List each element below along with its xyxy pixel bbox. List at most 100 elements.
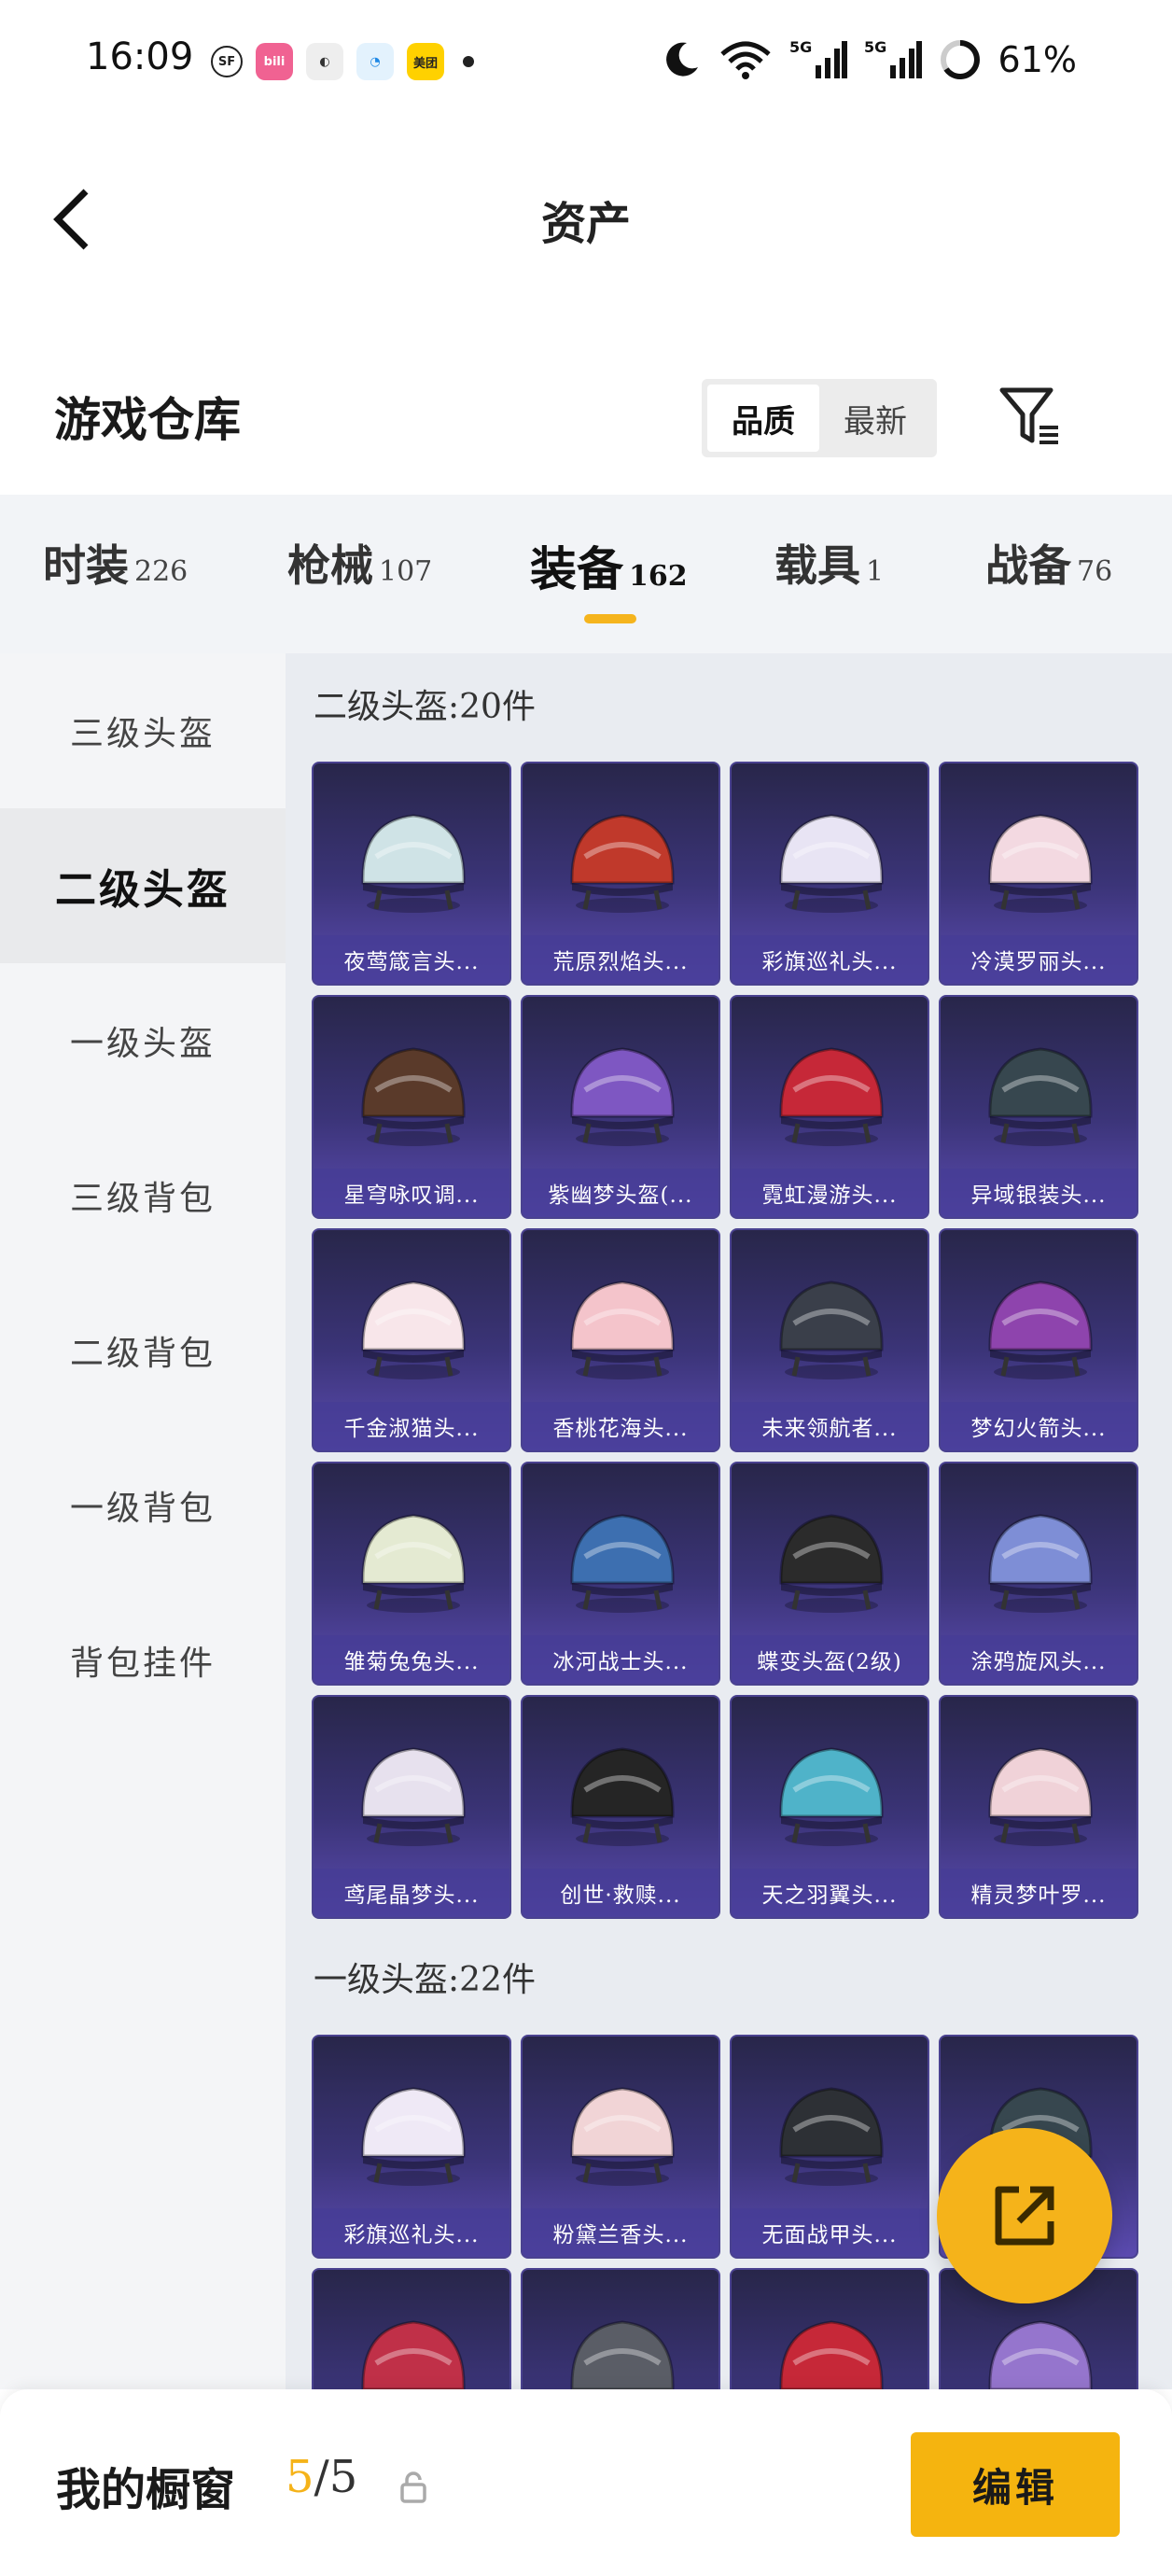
helmet-icon (570, 1281, 675, 1379)
helmet-icon (988, 814, 1093, 913)
showcase-label: 我的橱窗 (56, 2464, 236, 2516)
item-name: 千金淑猫头... (314, 1402, 509, 1450)
item-name: 荒原烈焰头... (523, 935, 719, 984)
helmet-icon (988, 2320, 1093, 2389)
helmet-icon (779, 1514, 884, 1613)
item-card[interactable]: 天之羽翼头... (730, 1695, 929, 1919)
item-name: 雏菊兔兔头... (314, 1635, 509, 1684)
item-card[interactable]: 冷漠罗丽头... (939, 762, 1138, 986)
item-card[interactable]: 未来领航者... (730, 1228, 929, 1452)
item-card[interactable]: 千金淑猫头... (312, 1228, 511, 1452)
helmet-icon (361, 1047, 466, 1146)
item-card[interactable]: 星穹咏叹调... (312, 995, 511, 1219)
item-name: 紫幽梦头盔(... (523, 1169, 719, 1217)
app-icon: ◐ (306, 43, 343, 80)
helmet-icon (361, 1281, 466, 1379)
tab-equipment[interactable]: 装备 162 (530, 532, 688, 599)
item-name: 夜莺箴言头... (314, 935, 509, 984)
item-card[interactable] (730, 2268, 929, 2389)
item-name: 涂鸦旋风头... (941, 1635, 1137, 1684)
helmet-icon (570, 1514, 675, 1613)
item-name: 霓虹漫游头... (732, 1169, 928, 1217)
svg-text:5G: 5G (864, 38, 886, 56)
showcase-count: 5/5 (286, 2451, 358, 2503)
category-tabs: 时装 226 枪械 107 装备 162 载具 1 战备 76 (0, 495, 1172, 653)
tab-fashion[interactable]: 时装 226 (43, 532, 188, 594)
helmet-icon (779, 2320, 884, 2389)
battery-icon (940, 40, 980, 79)
sort-segmented-control: 品质 最新 (702, 379, 937, 457)
helmet-icon (570, 814, 675, 913)
helmet-icon (779, 1747, 884, 1846)
share-icon (995, 2186, 1054, 2246)
bilibili-icon: bili (256, 43, 293, 80)
signal-icon: 5G (789, 38, 847, 78)
item-name: 鸢尾晶梦头... (314, 1869, 509, 1917)
item-name: 未来领航者... (732, 1402, 928, 1450)
item-name: 冷漠罗丽头... (941, 935, 1137, 984)
item-card[interactable]: 异域银装头... (939, 995, 1138, 1219)
item-card[interactable]: 香桃花海头... (521, 1228, 720, 1452)
item-card[interactable]: 彩旗巡礼头... (312, 2035, 511, 2259)
item-card[interactable]: 荒原烈焰头... (521, 762, 720, 986)
item-name: 天之羽翼头... (732, 1869, 928, 1917)
page-title: 资产 (540, 198, 631, 250)
sort-option-newest[interactable]: 最新 (819, 385, 931, 452)
sidebar-item-level3-helmet[interactable]: 三级头盔 (0, 653, 286, 808)
item-card[interactable]: 涂鸦旋风头... (939, 1462, 1138, 1686)
item-card[interactable]: 霓虹漫游头... (730, 995, 929, 1219)
helmet-icon (779, 814, 884, 913)
helmet-icon (988, 1047, 1093, 1146)
item-name: 彩旗巡礼头... (732, 935, 928, 984)
battery-percent: 61% (998, 39, 1077, 80)
item-name: 精灵梦叶罗... (941, 1869, 1137, 1917)
section-title-level1: 一级头盔:22件 (314, 1961, 536, 1999)
item-card[interactable] (312, 2268, 511, 2389)
sidebar-item-level2-backpack[interactable]: 二级背包 (0, 1273, 286, 1428)
item-card[interactable]: 雏菊兔兔头... (312, 1462, 511, 1686)
item-card[interactable]: 无面战甲头... (730, 2035, 929, 2259)
sidebar-item-level3-backpack[interactable]: 三级背包 (0, 1118, 286, 1273)
filter-icon[interactable] (997, 383, 1064, 450)
sort-option-quality[interactable]: 品质 (707, 385, 819, 452)
item-card[interactable]: 精灵梦叶罗... (939, 1695, 1138, 1919)
tab-supplies[interactable]: 战备 76 (985, 532, 1112, 594)
status-time: 16:09 (86, 35, 194, 78)
item-name: 无面战甲头... (732, 2208, 928, 2257)
app-icon-blue: ◔ (356, 43, 394, 80)
showcase-bar: 我的橱窗 5/5 编辑 (0, 2389, 1172, 2576)
item-card[interactable]: 紫幽梦头盔(... (521, 995, 720, 1219)
share-button[interactable] (937, 2128, 1112, 2303)
helmet-icon (988, 1514, 1093, 1613)
helmet-icon (570, 2320, 675, 2389)
item-card[interactable]: 彩旗巡礼头... (730, 762, 929, 986)
system-indicators: 5G 5G 61% (661, 37, 1077, 82)
tab-firearms[interactable]: 枪械 107 (287, 532, 432, 594)
sidebar-item-level1-helmet[interactable]: 一级头盔 (0, 963, 286, 1118)
item-card[interactable]: 鸢尾晶梦头... (312, 1695, 511, 1919)
item-card[interactable]: 创世·救赎... (521, 1695, 720, 1919)
item-card[interactable]: 梦幻火箭头... (939, 1228, 1138, 1452)
item-card[interactable]: 冰河战士头... (521, 1462, 720, 1686)
item-card[interactable]: 夜莺箴言头... (312, 762, 511, 986)
warehouse-title: 游戏仓库 (54, 392, 241, 447)
wifi-icon (719, 41, 771, 79)
tab-vehicles[interactable]: 载具 1 (774, 532, 884, 594)
edit-button[interactable]: 编辑 (911, 2432, 1120, 2537)
item-card[interactable] (521, 2268, 720, 2389)
sidebar-item-backpack-charm[interactable]: 背包挂件 (0, 1583, 286, 1738)
helmet-icon (361, 814, 466, 913)
item-card[interactable]: 蝶变头盔(2级) (730, 1462, 929, 1686)
helmet-icon (361, 1747, 466, 1846)
svg-text:5G: 5G (789, 38, 812, 56)
meituan-icon: 美团 (407, 43, 444, 80)
moon-icon (665, 42, 698, 77)
helmet-icon (988, 1747, 1093, 1846)
lock-icon (400, 2471, 426, 2503)
sidebar-item-level2-helmet[interactable]: 二级头盔 (0, 808, 286, 963)
item-name: 异域银装头... (941, 1169, 1137, 1217)
item-name: 创世·救赎... (523, 1869, 719, 1917)
helmet-icon (570, 1047, 675, 1146)
sidebar-item-level1-backpack[interactable]: 一级背包 (0, 1428, 286, 1583)
item-card[interactable]: 粉黛兰香头... (521, 2035, 720, 2259)
